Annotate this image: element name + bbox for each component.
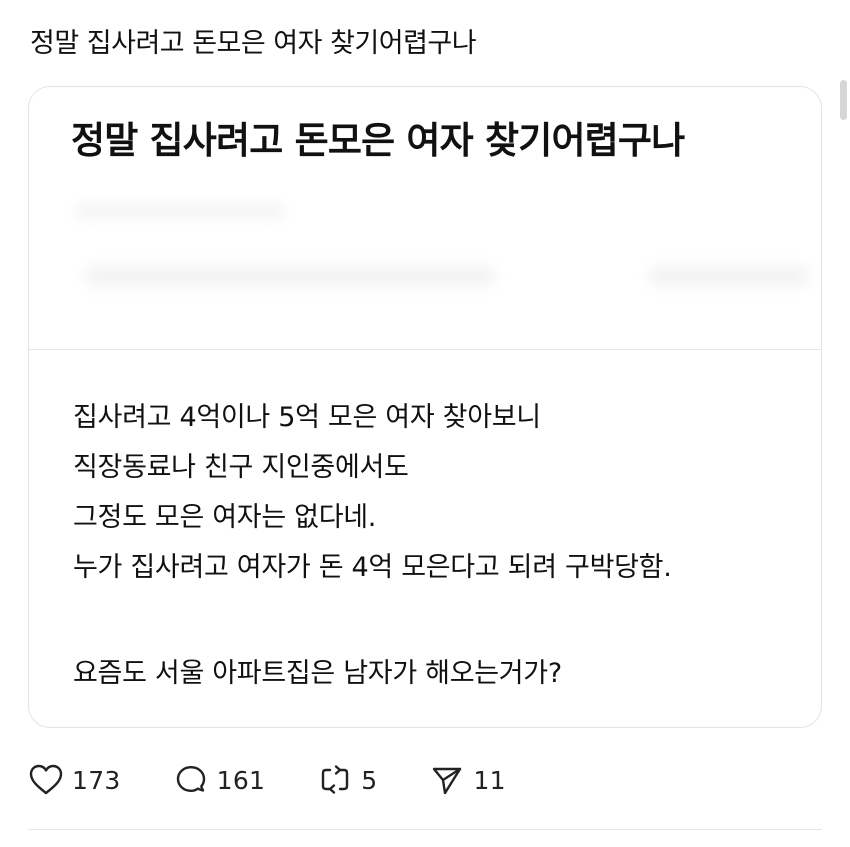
- body-line: 직장동료나 친구 지인중에서도: [73, 452, 409, 483]
- body-line: 집사려고 4억이나 5억 모은 여자 찾아보니: [73, 402, 541, 433]
- scrollbar[interactable]: [840, 80, 847, 120]
- body-line: 누가 집사려고 여자가 돈 4억 모은다고 되려 구박당함.: [73, 552, 672, 583]
- share-count: 11: [473, 765, 506, 795]
- reply-button[interactable]: 161: [173, 762, 266, 798]
- post-title: 정말 집사려고 돈모은 여자 찾기어렵구나: [30, 28, 477, 59]
- body-line: 그정도 모은 여자는 없다네.: [73, 502, 377, 533]
- body-line-closing: 요즘도 서울 아파트집은 남자가 해오는거가?: [73, 658, 562, 689]
- repost-button[interactable]: 5: [317, 762, 377, 798]
- link-preview-card[interactable]: 정말 집사려고 돈모은 여자 찾기어렵구나 집사려고 4억이나 5억 모은 여자…: [28, 86, 822, 728]
- divider: [28, 829, 822, 830]
- action-bar: 173 161 5 11: [28, 760, 558, 800]
- reply-count: 161: [216, 765, 266, 795]
- repost-icon: [322, 765, 349, 794]
- card-body: 집사려고 4억이나 5억 모은 여자 찾아보니 직장동료나 친구 지인중에서도 …: [73, 393, 793, 699]
- card-title: 정말 집사려고 돈모은 여자 찾기어렵구나: [71, 119, 685, 162]
- blurred-text: [75, 205, 285, 217]
- heart-icon: [29, 764, 63, 795]
- repost-count: 5: [361, 765, 378, 795]
- card-header: 정말 집사려고 돈모은 여자 찾기어렵구나: [29, 87, 821, 350]
- like-button[interactable]: 173: [28, 762, 121, 798]
- blurred-text: [649, 267, 809, 285]
- like-count: 173: [72, 765, 121, 795]
- comment-bubble-icon: [176, 766, 205, 792]
- send-icon: [433, 767, 462, 795]
- share-button[interactable]: 11: [429, 762, 506, 798]
- blurred-text: [85, 267, 495, 285]
